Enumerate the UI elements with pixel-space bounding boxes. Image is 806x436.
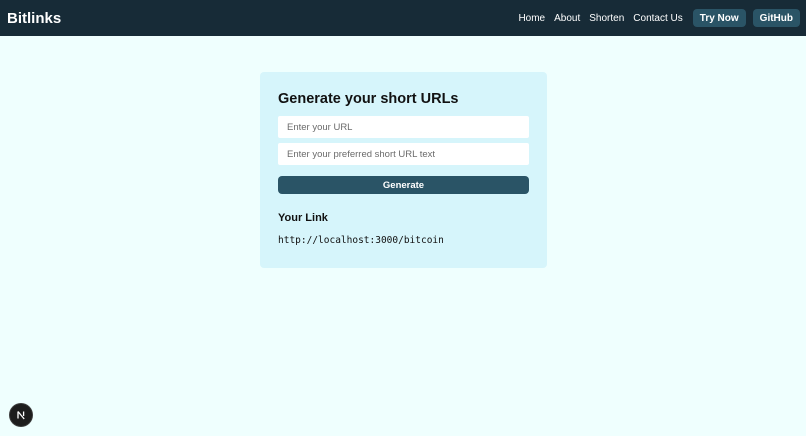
form-title: Generate your short URLs	[278, 91, 459, 107]
your-link-heading: Your Link	[278, 212, 328, 224]
generated-link[interactable]: http://localhost:3000/bitcoin	[278, 235, 529, 246]
github-button[interactable]: GitHub	[752, 9, 800, 27]
shorten-card: Generate your short URLs Generate Your L…	[260, 72, 547, 268]
nav-link-about[interactable]: About	[554, 13, 580, 24]
nav-link-shorten[interactable]: Shorten	[589, 13, 624, 24]
nav-link-contact[interactable]: Contact Us	[633, 13, 682, 24]
nextjs-icon	[17, 411, 25, 420]
short-url-input[interactable]	[278, 143, 529, 165]
nextjs-dev-badge[interactable]	[10, 404, 32, 426]
try-now-button[interactable]: Try Now	[692, 9, 746, 27]
generate-button[interactable]: Generate	[278, 176, 529, 194]
url-input[interactable]	[278, 116, 529, 138]
navbar: Bitlinks Home About Shorten Contact Us T…	[0, 0, 806, 36]
nav-link-home[interactable]: Home	[518, 13, 545, 24]
brand-logo[interactable]: Bitlinks	[7, 10, 61, 27]
nav-links: Home About Shorten Contact Us Try Now Gi…	[518, 9, 800, 27]
